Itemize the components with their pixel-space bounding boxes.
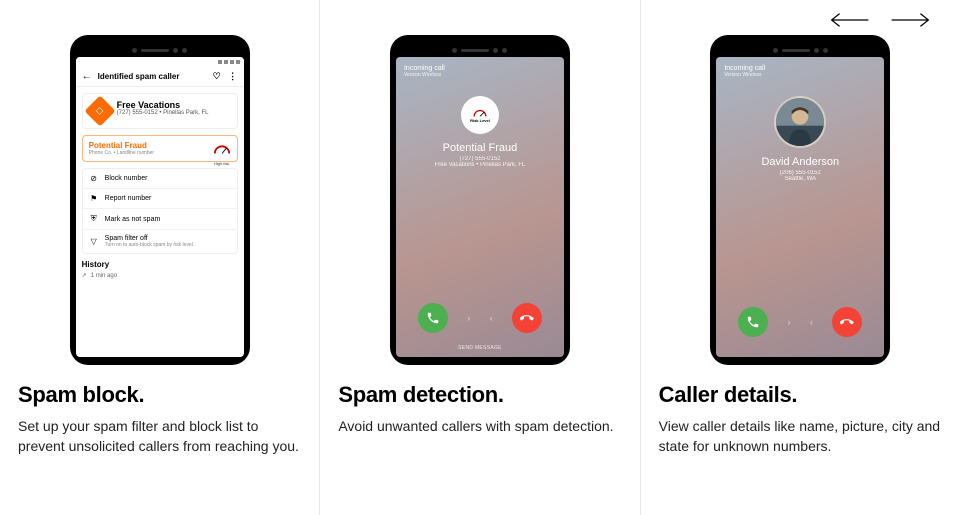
incoming-loc: Free Vacations • Pinellas Park, FL (435, 162, 526, 168)
phone-frame: Incoming call Verizon Wireless Risk Leve… (390, 35, 570, 365)
panel-title: Caller details. (659, 382, 942, 408)
incoming-center: David Anderson (206) 555-0152 Seattle, W… (716, 78, 884, 297)
panel-text: Spam block. Set up your spam filter and … (18, 370, 301, 457)
action-list: ⊘ Block number ⚑ Report number ⛨ Mark as… (82, 168, 238, 254)
phone-sensors (396, 43, 564, 57)
action-spam-filter[interactable]: ▽ Spam filter off Turn on to auto-block … (83, 230, 237, 253)
action-label: Mark as not spam (105, 216, 161, 223)
block-icon: ⊘ (89, 174, 99, 183)
action-label: Block number (105, 175, 148, 182)
gauge-label: High risk (213, 161, 231, 166)
phone-mockup: Incoming call Verizon Wireless Risk Leve… (338, 20, 621, 370)
panel-text: Spam detection. Avoid unwanted callers w… (338, 370, 621, 436)
phone-answer-icon (746, 315, 760, 329)
risk-gauge-icon: High risk (213, 142, 231, 156)
phone-sensors (76, 43, 244, 57)
call-buttons: › ‹ (716, 297, 884, 345)
incoming-header: Incoming call Verizon Wireless (396, 57, 564, 78)
panel-title: Spam detection. (338, 382, 621, 408)
panel-text: Caller details. View caller details like… (659, 370, 942, 457)
action-not-spam[interactable]: ⛨ Mark as not spam (83, 209, 237, 230)
phone-mockup: ← Identified spam caller ♡ ⋮ ◇ Free Vaca… (18, 20, 301, 370)
phone-decline-icon (840, 315, 854, 329)
caller-sub: (727) 555-0152 • Pinellas Park, FL (117, 110, 209, 116)
answer-button[interactable] (738, 307, 768, 337)
fraud-label: Potential Fraud (89, 141, 154, 150)
swipe-right-icon: › (788, 318, 791, 327)
risk-label: Risk Level (470, 118, 490, 123)
incoming-loc: Seattle, WA (785, 176, 816, 182)
panel-spam-detection: Incoming call Verizon Wireless Risk Leve… (320, 0, 640, 515)
phone-answer-icon (426, 311, 440, 325)
header-title: Identified spam caller (98, 72, 206, 81)
history-time: 1 min ago (91, 273, 117, 279)
carrier-label: Verizon Wireless (404, 72, 556, 78)
panel-desc: Set up your spam filter and block list t… (18, 416, 301, 457)
back-icon[interactable]: ← (82, 71, 92, 82)
phone-frame: Incoming call Verizon Wireless (710, 35, 890, 365)
spam-badge-icon: ◇ (84, 95, 115, 126)
panel-spam-block: ← Identified spam caller ♡ ⋮ ◇ Free Vaca… (0, 0, 320, 515)
action-label: Spam filter off (105, 235, 148, 242)
prev-arrow-button[interactable] (830, 10, 870, 30)
panel-title: Spam block. (18, 382, 301, 408)
fraud-card: Potential Fraud Phone Co. • Landline num… (82, 135, 238, 162)
incoming-name: Potential Fraud (443, 142, 518, 154)
phone-screen: ← Identified spam caller ♡ ⋮ ◇ Free Vaca… (76, 57, 244, 357)
action-sub: Turn on to auto-block spam by risk level… (105, 242, 195, 248)
swipe-right-icon: › (467, 314, 470, 323)
swipe-left-icon: ‹ (490, 314, 493, 323)
outgoing-icon: ↗ (82, 272, 87, 279)
send-message-link[interactable]: SEND MESSAGE (396, 341, 564, 357)
swipe-left-icon: ‹ (810, 318, 813, 327)
shield-icon: ⛨ (89, 214, 99, 224)
status-bar (76, 57, 244, 67)
incoming-label: Incoming call (404, 65, 556, 72)
next-arrow-button[interactable] (890, 10, 930, 30)
phone-screen: Incoming call Verizon Wireless Risk Leve… (396, 57, 564, 357)
caller-card: ◇ Free Vacations (727) 555-0152 • Pinell… (82, 93, 238, 129)
report-icon: ⚑ (89, 194, 99, 203)
call-buttons: › ‹ (396, 293, 564, 341)
decline-button[interactable] (512, 303, 542, 333)
history-section: History ↗ 1 min ago (82, 260, 238, 279)
phone-frame: ← Identified spam caller ♡ ⋮ ◇ Free Vaca… (70, 35, 250, 365)
incoming-header: Incoming call Verizon Wireless (716, 57, 884, 78)
app-header: ← Identified spam caller ♡ ⋮ (76, 67, 244, 87)
phone-screen: Incoming call Verizon Wireless (716, 57, 884, 357)
gauge-icon (470, 108, 490, 118)
incoming-label: Incoming call (724, 65, 876, 72)
action-label: Report number (105, 195, 152, 202)
carousel-nav (830, 10, 930, 30)
carrier-label: Verizon Wireless (724, 72, 876, 78)
action-block-number[interactable]: ⊘ Block number (83, 169, 237, 189)
incoming-name: David Anderson (761, 156, 839, 168)
history-title: History (82, 260, 238, 269)
risk-level-badge: Risk Level (461, 96, 499, 134)
incoming-center: Risk Level Potential Fraud (727) 555-015… (396, 78, 564, 293)
panel-caller-details: Incoming call Verizon Wireless (641, 0, 960, 515)
action-report-number[interactable]: ⚑ Report number (83, 189, 237, 209)
bell-icon[interactable]: ♡ (212, 71, 222, 82)
decline-button[interactable] (832, 307, 862, 337)
history-row: ↗ 1 min ago (82, 272, 238, 279)
arrow-right-icon (890, 10, 930, 30)
caller-name: Free Vacations (117, 100, 209, 110)
caller-avatar (774, 96, 826, 148)
avatar-photo-icon (776, 98, 824, 146)
phone-sensors (716, 43, 884, 57)
fraud-sub: Phone Co. • Landline number (89, 150, 154, 156)
arrow-left-icon (830, 10, 870, 30)
menu-dots-icon[interactable]: ⋮ (228, 71, 238, 82)
feature-panels: ← Identified spam caller ♡ ⋮ ◇ Free Vaca… (0, 0, 960, 515)
phone-mockup: Incoming call Verizon Wireless (659, 20, 942, 370)
answer-button[interactable] (418, 303, 448, 333)
panel-desc: View caller details like name, picture, … (659, 416, 942, 457)
panel-desc: Avoid unwanted callers with spam detecti… (338, 416, 621, 436)
filter-icon: ▽ (89, 237, 99, 246)
phone-decline-icon (520, 311, 534, 325)
